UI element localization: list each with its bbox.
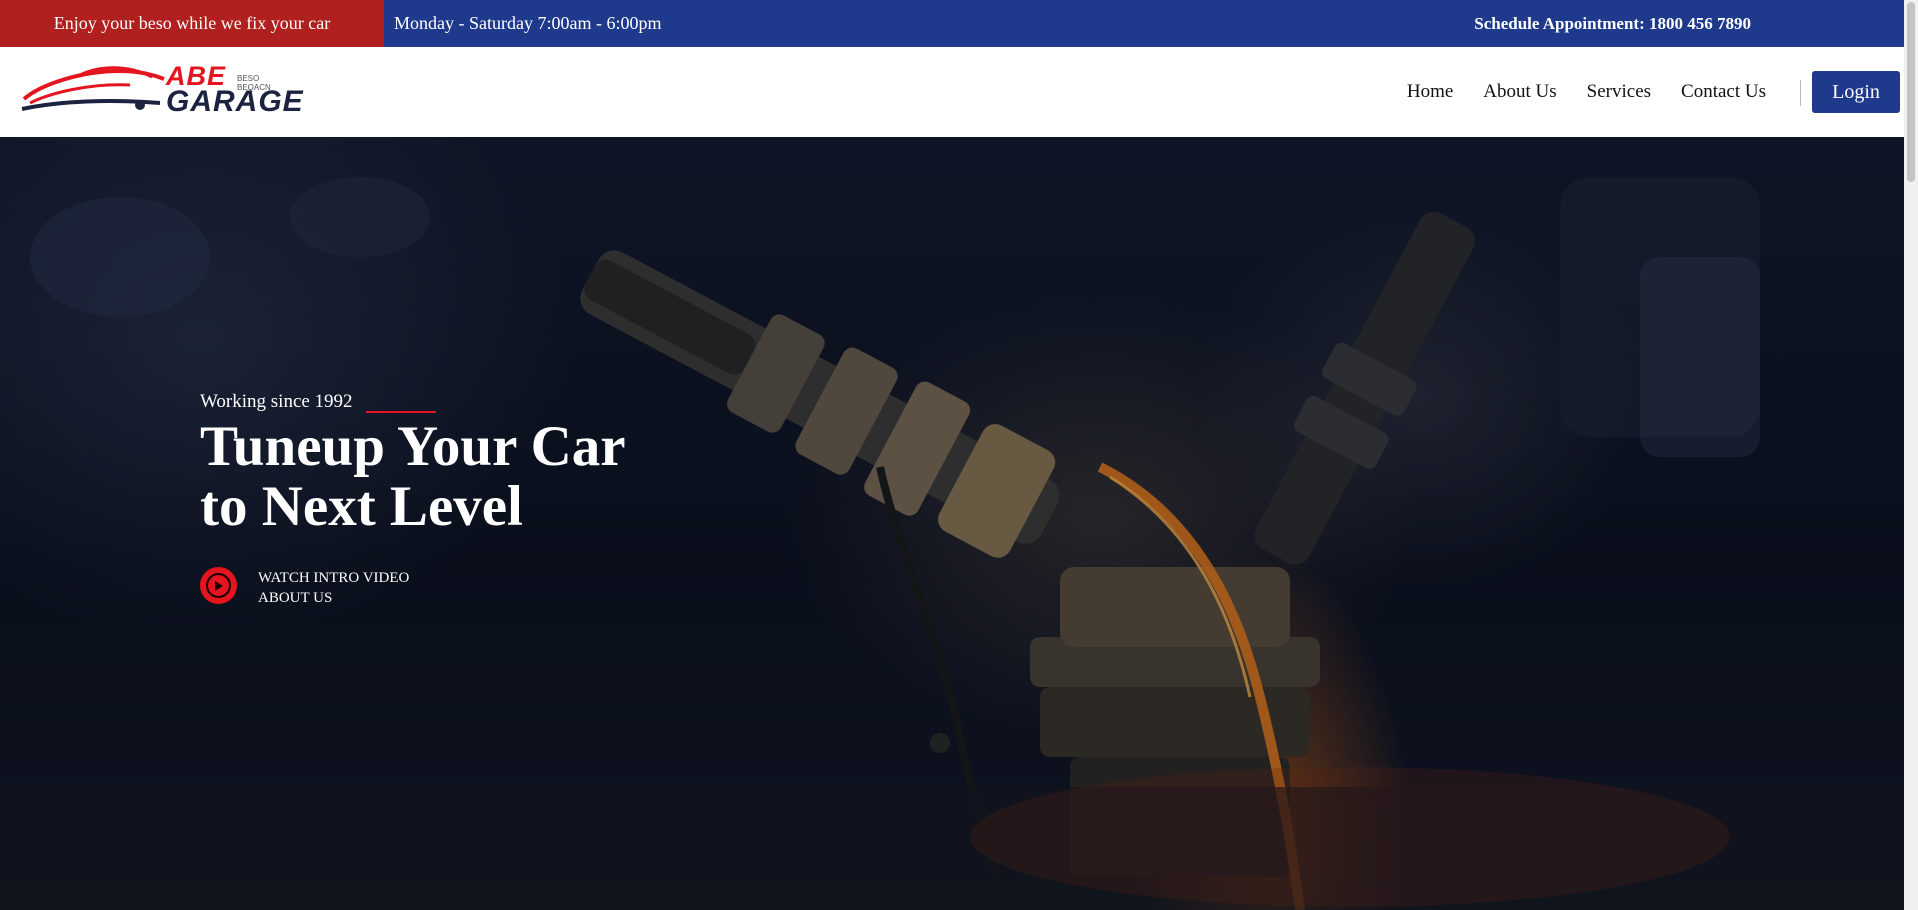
appointment-phone[interactable]: 1800 456 7890 xyxy=(1649,14,1751,33)
scrollbar-thumb[interactable] xyxy=(1907,2,1915,182)
headline-line1: Tuneup Your Car xyxy=(200,415,626,478)
appointment-info: Schedule Appointment: 1800 456 7890 xyxy=(1474,14,1751,34)
video-line2: ABOUT US xyxy=(258,590,333,606)
nav-services[interactable]: Services xyxy=(1587,81,1651,103)
business-hours: Monday - Saturday 7:00am - 6:00pm xyxy=(394,13,662,33)
main-nav: Home About Us Services Contact Us xyxy=(1407,47,1766,137)
video-line1: WATCH INTRO VIDEO xyxy=(258,570,410,586)
nav-contact[interactable]: Contact Us xyxy=(1681,81,1766,103)
brand-line2: GARAGE xyxy=(166,85,304,118)
hero-headline: Tuneup Your Car to Next Level xyxy=(200,417,760,537)
nav-about[interactable]: About Us xyxy=(1483,81,1556,103)
hero-section: Working since 1992 Tuneup Your Car to Ne… xyxy=(0,137,1904,910)
kicker-underline xyxy=(366,411,436,413)
promo-banner: Enjoy your beso while we fix your car xyxy=(0,0,384,47)
headline-line2: to Next Level xyxy=(200,475,523,538)
play-ring xyxy=(206,573,231,598)
watch-video-link[interactable]: WATCH INTRO VIDEO ABOUT US xyxy=(258,568,409,608)
login-button[interactable]: Login xyxy=(1812,71,1900,113)
brand-logo[interactable]: ABE BESO BEQACN GARAGE xyxy=(20,61,303,121)
hero-kicker: Working since 1992 xyxy=(200,391,353,412)
play-icon xyxy=(214,580,223,591)
play-circle-icon[interactable] xyxy=(200,567,237,604)
appointment-label: Schedule Appointment: xyxy=(1474,13,1645,33)
page-scrollbar[interactable] xyxy=(1904,0,1918,910)
top-bar: Enjoy your beso while we fix your car Mo… xyxy=(0,0,1918,47)
nav-divider xyxy=(1800,80,1801,106)
site-header: ABE BESO BEQACN GARAGE Home About Us Ser… xyxy=(0,47,1918,137)
nav-home[interactable]: Home xyxy=(1407,81,1453,103)
car-silhouette-icon xyxy=(21,66,165,111)
